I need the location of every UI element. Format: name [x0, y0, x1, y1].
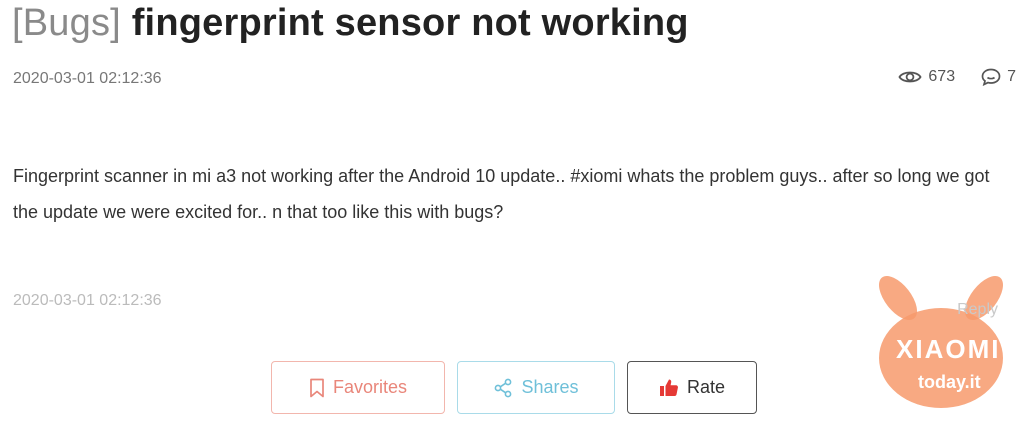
reply-date: 2020-03-01 02:12:36: [13, 292, 162, 309]
comment-icon: [981, 68, 1001, 86]
post-actions: Favorites Shares Rate: [271, 361, 757, 414]
shares-button[interactable]: Shares: [457, 361, 615, 414]
post-body: Fingerprint scanner in mi a3 not working…: [13, 166, 990, 222]
share-icon: [495, 378, 512, 397]
comments-stat: 7: [981, 68, 1016, 86]
post-title: [Bugs] fingerprint sensor not working: [12, 2, 689, 45]
reply-link[interactable]: Reply: [957, 301, 998, 319]
bookmark-icon: [310, 378, 324, 397]
thumbs-up-icon: [659, 379, 678, 396]
views-stat: 673: [898, 68, 955, 86]
xiaomitoday-watermark: Reply XIAOMI today.it: [866, 270, 1016, 410]
post-stats: 673 7: [898, 68, 1016, 86]
rate-label: Rate: [686, 377, 726, 397]
watermark-brand: XIAOMI: [896, 334, 1001, 364]
favorites-button[interactable]: Favorites: [271, 361, 445, 414]
shares-label: Shares: [521, 377, 579, 397]
views-count: 673: [928, 68, 956, 85]
favorites-label: Favorites: [332, 377, 408, 397]
eye-icon: [898, 71, 922, 83]
watermark-site: today.it: [918, 372, 981, 392]
post-title-text: fingerprint sensor not working: [131, 2, 689, 44]
post-date: 2020-03-01 02:12:36: [13, 70, 162, 87]
post-tag: [Bugs]: [12, 2, 121, 44]
rate-button[interactable]: Rate: [627, 361, 757, 414]
comments-count: 7: [1007, 68, 1016, 85]
